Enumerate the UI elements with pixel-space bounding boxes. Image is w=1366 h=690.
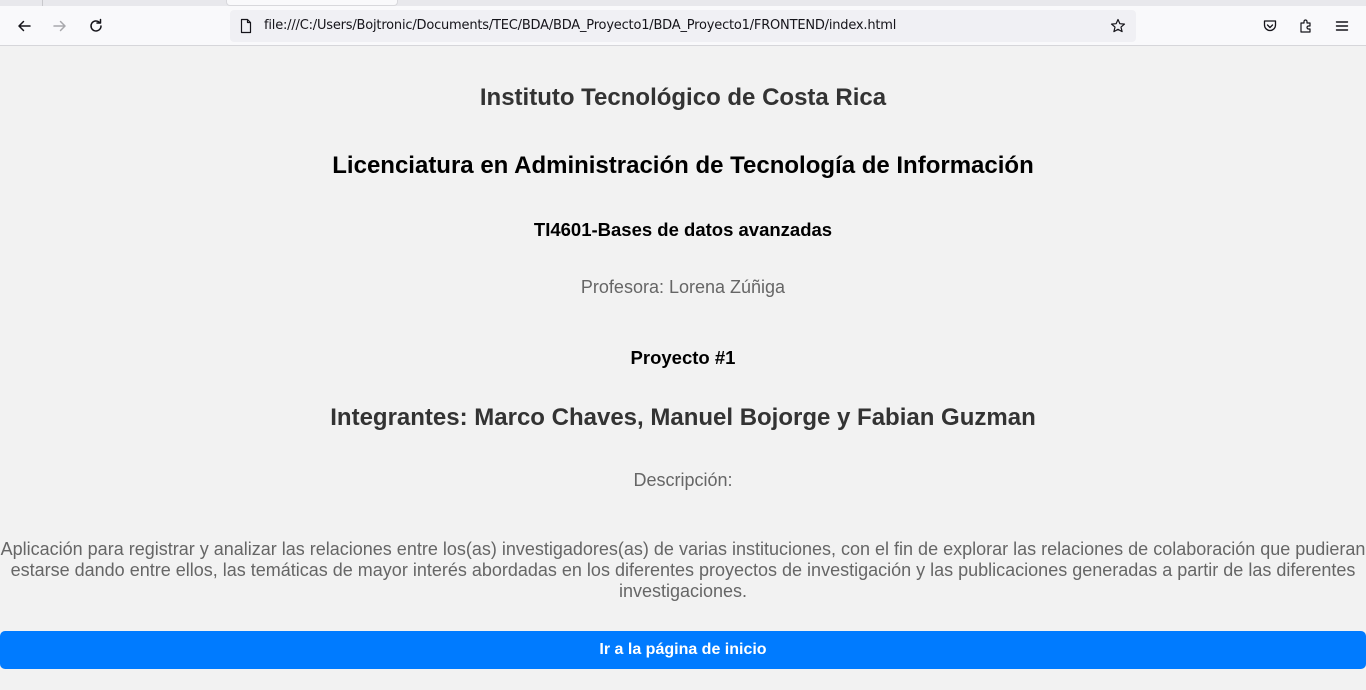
- browser-toolbar: file:///C:/Users/Bojtronic/Documents/TEC…: [0, 6, 1366, 46]
- pocket-button[interactable]: [1254, 10, 1286, 42]
- forward-arrow-icon: [53, 20, 66, 32]
- pocket-icon: [1263, 20, 1277, 32]
- reload-icon: [90, 18, 102, 32]
- degree-title: Licenciatura en Administración de Tecnol…: [332, 152, 1034, 179]
- extensions-icon: [1300, 19, 1311, 33]
- project-title: Proyecto #1: [630, 347, 736, 368]
- reload-button[interactable]: [80, 10, 112, 42]
- back-arrow-icon: [18, 20, 31, 32]
- menu-button[interactable]: [1326, 10, 1358, 42]
- members-heading: Integrantes: Marco Chaves, Manuel Bojorg…: [330, 404, 1036, 431]
- description-label: Descripción:: [633, 470, 733, 490]
- url-bar[interactable]: file:///C:/Users/Bojtronic/Documents/TEC…: [230, 10, 1136, 42]
- course-title: TI4601-Bases de datos avanzadas: [533, 219, 833, 240]
- bookmark-button[interactable]: [1106, 14, 1130, 38]
- page-content: Instituto Tecnológico de Costa Rica Lice…: [0, 47, 1366, 690]
- back-button[interactable]: [8, 10, 40, 42]
- description-text: Aplicación para registrar y analizar las…: [0, 539, 1366, 601]
- hamburger-menu-icon: [1335, 21, 1349, 31]
- star-icon: [1110, 18, 1126, 33]
- go-to-home-button[interactable]: Ir a la página de inicio: [0, 631, 1366, 669]
- page-icon: [240, 18, 252, 34]
- professor-text: Profesora: Lorena Zúñiga: [580, 277, 786, 297]
- extensions-button[interactable]: [1290, 10, 1322, 42]
- forward-button[interactable]: [44, 10, 76, 42]
- institution-title: Instituto Tecnológico de Costa Rica: [479, 84, 887, 111]
- url-text[interactable]: file:///C:/Users/Bojtronic/Documents/TEC…: [264, 10, 896, 42]
